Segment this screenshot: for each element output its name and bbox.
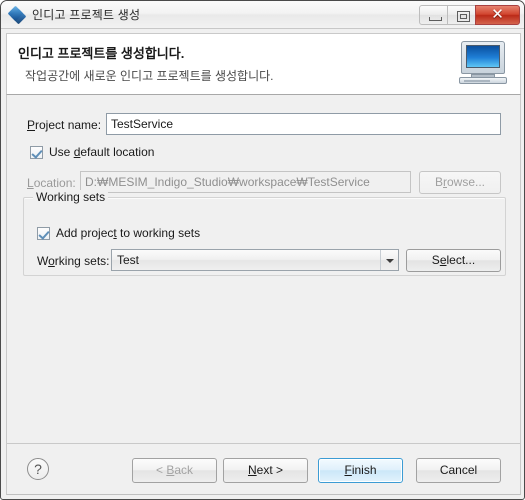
select-working-sets-button[interactable]: Select... [406, 249, 501, 272]
dialog-window: 인디고 프로젝트 생성 ✕ 인디고 프로젝트를 생성합니다. 작업공간에 새로운… [0, 0, 525, 500]
finish-button[interactable]: Finish [318, 458, 403, 483]
cancel-button[interactable]: Cancel [416, 458, 501, 483]
project-name-label-rest: roject name: [35, 118, 102, 132]
minimize-button[interactable] [419, 4, 448, 25]
next-button[interactable]: Next > [223, 458, 308, 483]
cancel-button-label: Cancel [439, 463, 478, 477]
working-sets-combo-value: Test [117, 253, 140, 267]
eclipse-diamond-icon [7, 5, 27, 24]
project-name-label: Project name: [27, 118, 102, 132]
wizard-description: 작업공간에 새로운 인디고 프로젝트를 생성합니다. [25, 69, 274, 83]
add-project-label: Add project to working sets [56, 226, 201, 240]
working-sets-group-title: Working sets [33, 190, 109, 204]
browse-button-label: Browse... [434, 175, 486, 189]
location-label: Location: [27, 176, 76, 190]
working-sets-combo-label: Working sets: [37, 254, 110, 268]
wizard-content: Project name: TestService Use default lo… [6, 95, 521, 443]
checkbox-box[interactable] [30, 145, 43, 159]
select-button-label: Select... [431, 253, 476, 267]
dialog-button-bar: ? < Back Next > Finish Cancel [6, 443, 521, 495]
back-button[interactable]: < Back [132, 458, 217, 483]
wizard-title: 인디고 프로젝트를 생성합니다. [18, 46, 185, 61]
minimize-icon [429, 16, 442, 21]
use-default-location-label: Use default location [49, 145, 155, 159]
window-title: 인디고 프로젝트 생성 [32, 8, 141, 22]
help-icon[interactable]: ? [27, 458, 49, 480]
working-sets-combo[interactable]: Test [111, 249, 399, 271]
location-input: D:₩MESIM_Indigo_Studio₩workspace₩TestSer… [80, 171, 411, 193]
maximize-button[interactable] [447, 4, 476, 25]
add-project-to-working-sets-checkbox[interactable]: Add project to working sets [37, 226, 200, 240]
close-icon: ✕ [491, 5, 504, 23]
close-button[interactable]: ✕ [475, 4, 520, 25]
browse-button: Browse... [419, 171, 501, 194]
maximize-icon [457, 10, 470, 22]
use-default-location-checkbox[interactable]: Use default location [30, 145, 154, 159]
finish-button-label: Finish [344, 463, 377, 477]
next-button-label: Next > [247, 463, 284, 477]
wizard-header: 인디고 프로젝트를 생성합니다. 작업공간에 새로운 인디고 프로젝트를 생성합… [6, 33, 521, 95]
location-label-rest: ocation: [33, 176, 76, 190]
computer-monitor-icon [458, 40, 510, 88]
title-bar[interactable]: 인디고 프로젝트 생성 ✕ [1, 1, 524, 29]
checkbox-box[interactable] [37, 226, 50, 240]
project-name-input[interactable]: TestService [106, 113, 501, 135]
window-controls: ✕ [419, 4, 520, 25]
back-button-label: < Back [155, 463, 194, 477]
chevron-down-icon[interactable] [380, 250, 398, 270]
